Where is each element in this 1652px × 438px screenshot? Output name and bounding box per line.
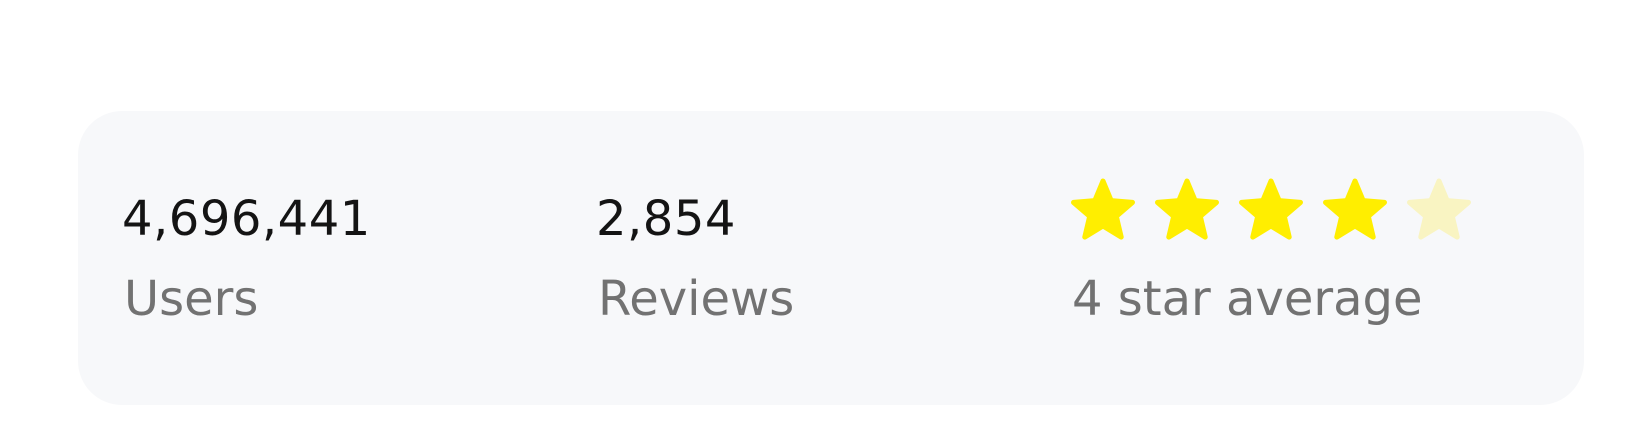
reviews-count: 2,854 [596, 191, 736, 247]
star-rating [1070, 178, 1472, 244]
star-icon [1406, 178, 1472, 244]
star-icon [1154, 178, 1220, 244]
rating-label: 4 star average [1072, 271, 1423, 327]
users-count: 4,696,441 [122, 191, 371, 247]
star-icon [1238, 178, 1304, 244]
rating-stat: 4 star average [1070, 111, 1540, 405]
star-icon [1070, 178, 1136, 244]
star-icon [1322, 178, 1388, 244]
reviews-label: Reviews [598, 271, 795, 327]
users-label: Users [124, 271, 259, 327]
reviews-stat: 2,854 Reviews [596, 111, 1016, 405]
users-stat: 4,696,441 Users [122, 111, 542, 405]
stats-card: 4,696,441 Users 2,854 Reviews 4 star ave… [78, 111, 1584, 405]
